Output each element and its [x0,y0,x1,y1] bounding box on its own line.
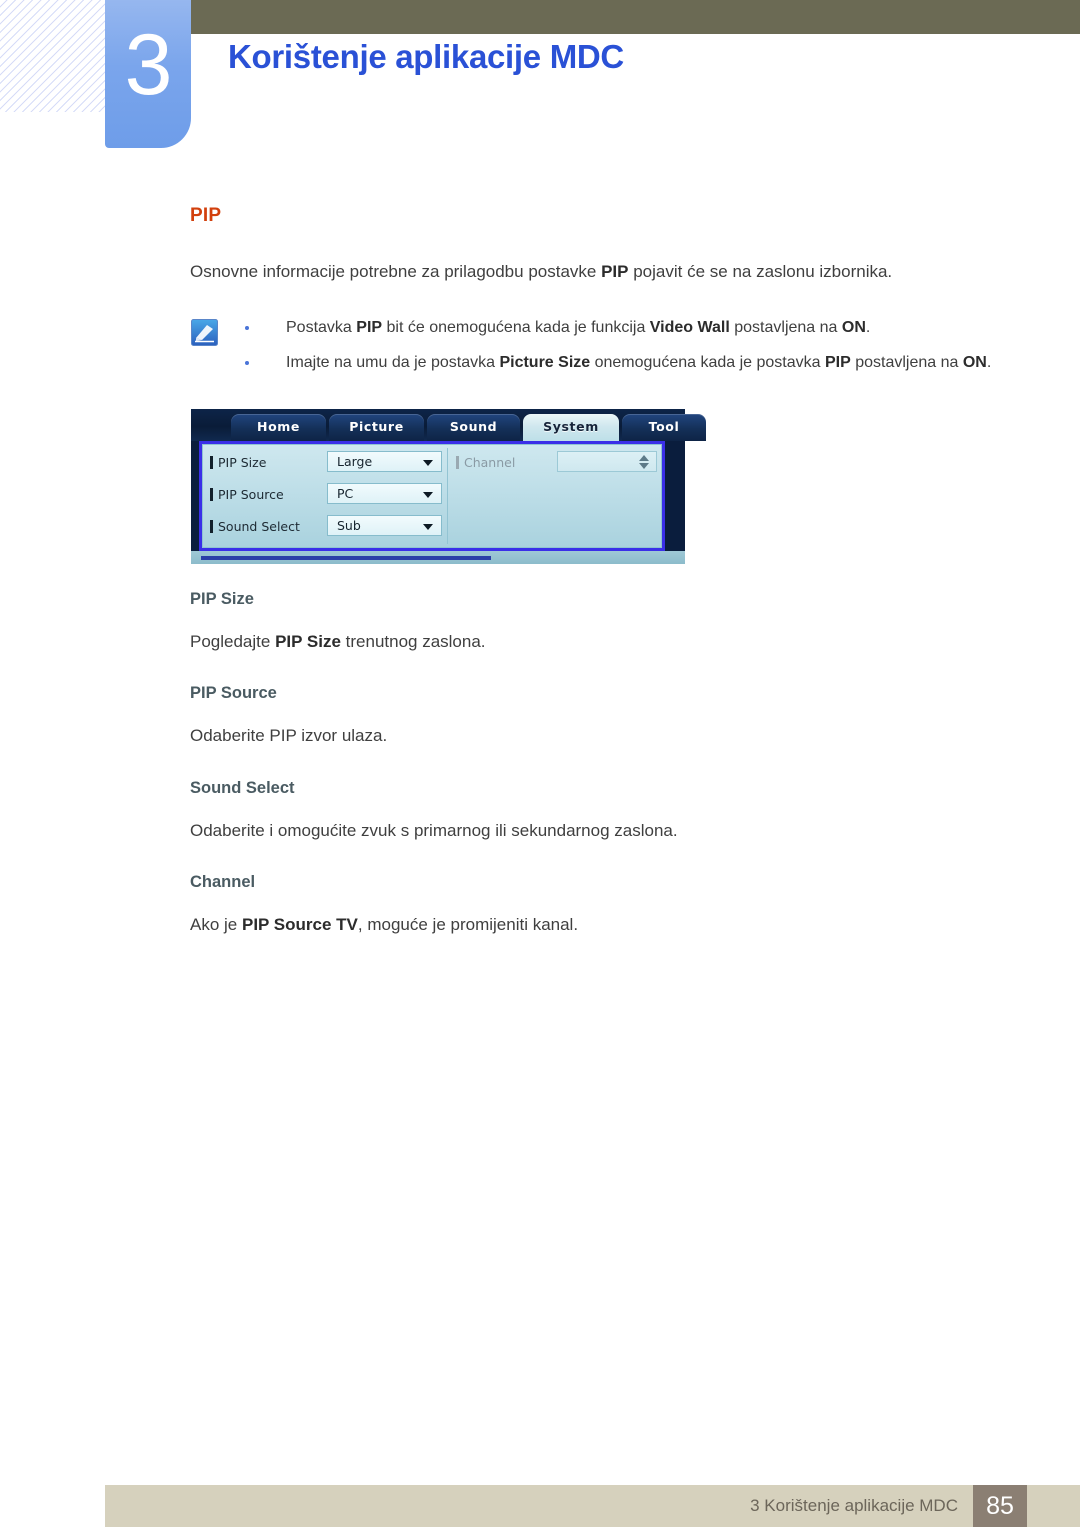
note-bold: Picture Size [499,354,591,372]
mdc-tabstrip: Home Picture Sound System Tool [191,408,706,442]
chevron-up-icon[interactable] [639,454,649,461]
list-item: Postavka PIP bit će onemogućena kada je … [190,315,1012,341]
paragraph-text: Odaberite PIP izvor ulaza. [190,726,388,745]
dropdown-pip-source-value: PC [337,485,354,501]
section-title: PIP [190,205,222,226]
spinner-channel[interactable] [557,450,657,472]
intro-paragraph: Osnovne informacije potrebne za prilagod… [190,259,1012,285]
footer-chapter-text: 3 Korištenje aplikacije MDC [750,1496,958,1515]
subheading-channel: Channel [190,873,256,891]
paragraph-pip-size: Pogledajte PIP Size trenutnog zaslona. [190,629,1012,655]
note-text: . [986,354,992,372]
note-text: Imajte na umu da je postavka [286,354,500,372]
note-bold: ON [962,354,987,372]
paragraph-text: Odaberite i omogućite zvuk s primarnog i… [190,820,678,840]
main-content: PIP Osnovne informacije potrebne za pril… [190,205,1012,938]
list-item: Imajte na umu da je postavka Picture Siz… [190,350,1012,376]
note-list: Postavka PIP bit će onemogućena kada je … [190,315,1012,377]
intro-text-1: Osnovne informacije potrebne za prilagod… [190,262,602,281]
page-header: 3 Korištenje aplikacije MDC [0,0,1080,160]
note-bold: Video Wall [649,318,730,336]
mdc-footer-strip [191,550,685,564]
dropdown-sound-select-value: Sub [337,517,361,533]
tab-system[interactable]: System [523,413,619,442]
note-text: postavljena na [850,354,963,372]
dropdown-pip-size[interactable]: Large [327,450,442,472]
header-olive-bar [190,0,1080,34]
note-text: . [865,318,871,336]
note-block: Postavka PIP bit će onemogućena kada je … [190,315,1012,387]
note-text: bit će onemogućena kada je funkcija [382,318,650,336]
paragraph-text: Ako je [190,915,242,934]
paragraph-bold: PIP Size [275,631,341,651]
paragraph-text: Pogledajte [190,631,276,651]
page-footer: 3 Korištenje aplikacije MDC 85 [105,1485,1080,1527]
chapter-number: 3 [124,17,173,113]
intro-text-2: pojavit će se na zaslonu izbornika. [628,262,893,281]
tab-sound[interactable]: Sound [427,413,520,441]
dropdown-pip-source[interactable]: PC [327,482,442,504]
chevron-down-icon[interactable] [639,462,649,469]
page-number: 85 [973,1485,1027,1527]
paragraph-text: , moguće je promijeniti kanal. [357,915,579,934]
paragraph-text: trenutnog zaslona. [340,631,486,651]
page-title: Korištenje aplikacije MDC [228,38,624,75]
subheading-pip-source: PIP Source [190,684,277,702]
mdc-settings-panel: PIP Size PIP Source Sound Select Large P… [199,440,665,551]
paragraph-bold: PIP Source TV [241,915,358,934]
note-bold: ON [841,318,866,336]
chevron-down-icon [423,459,433,466]
decorative-hatch-pattern [0,0,108,112]
paragraph-sound-select: Odaberite i omogućite zvuk s primarnog i… [190,818,1012,844]
note-text: onemogućena kada je postavka [590,354,825,372]
chapter-tab: 3 [105,0,191,148]
dropdown-sound-select[interactable]: Sub [327,514,442,536]
mdc-app-screenshot: Home Picture Sound System Tool PIP Size … [191,408,706,564]
label-pip-size: PIP Size [209,454,267,470]
label-sound-select: Sound Select [210,518,300,534]
subheading-pip-size: PIP Size [190,589,254,608]
chevron-down-icon [423,491,433,498]
tab-tool[interactable]: Tool [622,413,706,441]
panel-divider [447,447,448,544]
tab-picture[interactable]: Picture [329,413,424,441]
note-text: postavljena na [729,318,842,336]
mdc-footer-accent [201,555,491,560]
paragraph-pip-source: Odaberite PIP izvor ulaza. [190,723,1012,749]
tab-home[interactable]: Home [231,413,326,441]
paragraph-channel: Ako je PIP Source TV, moguće je promijen… [190,912,1012,938]
label-pip-source: PIP Source [210,486,284,502]
subheading-sound-select: Sound Select [190,778,295,797]
chevron-down-icon [423,523,433,530]
note-text: Postavka [286,318,357,336]
note-bold: PIP [824,354,851,372]
intro-bold-1: PIP [601,262,629,281]
dropdown-pip-size-value: Large [337,453,373,469]
note-bold: PIP [356,318,383,336]
label-channel: Channel [455,454,516,470]
